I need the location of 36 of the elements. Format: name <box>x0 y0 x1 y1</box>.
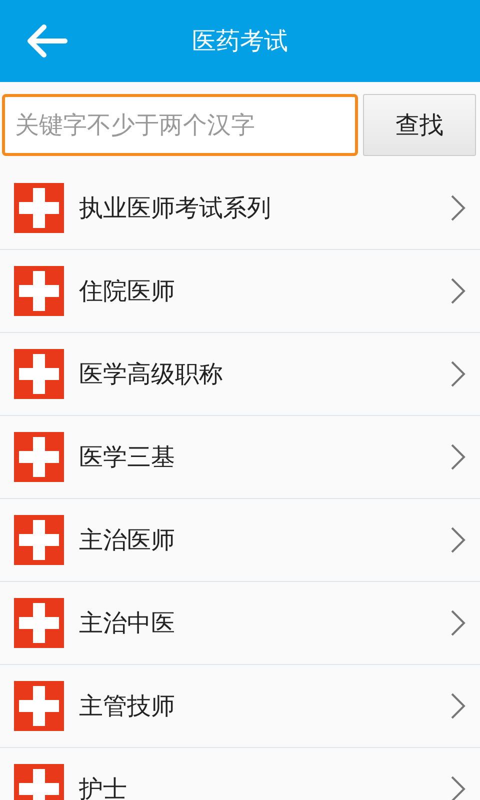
list-item[interactable]: 住院医师 <box>0 250 480 333</box>
list-item[interactable]: 医学高级职称 <box>0 333 480 416</box>
item-label: 主治中医 <box>79 608 176 639</box>
list-item[interactable]: 执业医师考试系列 <box>0 167 480 250</box>
chevron-icon <box>450 278 466 304</box>
item-label: 执业医师考试系列 <box>79 193 272 224</box>
cross-icon <box>14 681 64 731</box>
list-item[interactable]: 主治医师 <box>0 499 480 582</box>
chevron-icon <box>450 610 466 636</box>
chevron-icon <box>450 693 466 719</box>
cross-icon <box>14 432 64 482</box>
cross-icon <box>14 349 64 399</box>
item-label: 医学三基 <box>79 442 176 473</box>
page-title: 医药考试 <box>192 26 288 57</box>
item-label: 护士 <box>79 774 128 800</box>
list-item[interactable]: 主治中医 <box>0 582 480 665</box>
item-label: 住院医师 <box>79 276 176 307</box>
list-item[interactable]: 护士 <box>0 748 480 800</box>
item-label: 医学高级职称 <box>79 359 224 390</box>
chevron-icon <box>450 444 466 470</box>
search-button[interactable]: 查找 <box>363 94 476 156</box>
cross-icon <box>14 598 64 648</box>
search-field[interactable]: 关键字不少于两个汉字 <box>2 94 358 156</box>
item-label: 主治医师 <box>79 525 176 556</box>
list-item[interactable]: 主管技师 <box>0 665 480 748</box>
chevron-icon <box>450 361 466 387</box>
chevron-icon <box>450 527 466 553</box>
back-arrow-icon[interactable] <box>26 24 68 58</box>
cross-icon <box>14 183 64 233</box>
list-item[interactable]: 医学三基 <box>0 416 480 499</box>
chevron-icon <box>450 776 466 800</box>
cross-icon <box>14 266 64 316</box>
item-label: 主管技师 <box>79 691 176 722</box>
cross-icon <box>14 515 64 565</box>
chevron-icon <box>450 195 466 221</box>
cross-icon <box>14 764 64 800</box>
